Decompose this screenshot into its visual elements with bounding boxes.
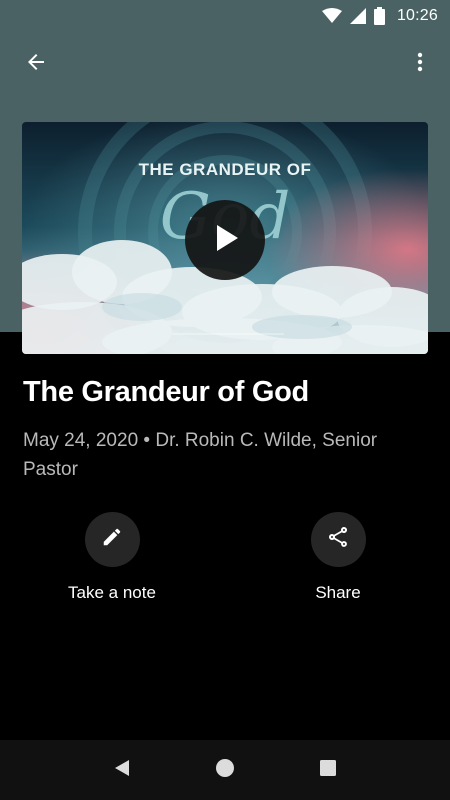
- share-circle: [310, 512, 366, 567]
- sermon-title: The Grandeur of God: [23, 376, 309, 408]
- battery-icon: [373, 7, 385, 25]
- take-note-circle: [84, 512, 140, 567]
- nav-home-button[interactable]: [205, 750, 245, 790]
- status-time: 10:26: [396, 7, 438, 24]
- nav-recents-icon: [318, 758, 338, 783]
- toolbar: [0, 32, 450, 96]
- take-note-button[interactable]: Take a note: [32, 512, 192, 603]
- wifi-icon: [321, 8, 342, 24]
- sermon-meta: May 24, 2020 • Dr. Robin C. Wilde, Senio…: [23, 430, 378, 480]
- system-nav-bar: [0, 740, 450, 800]
- back-button[interactable]: [20, 48, 52, 80]
- share-button[interactable]: Share: [258, 512, 418, 603]
- play-button[interactable]: [185, 200, 265, 280]
- artwork-title: THE GRANDEUR OF: [138, 160, 312, 179]
- pencil-icon: [101, 526, 123, 553]
- sermon-artwork[interactable]: THE GRANDEUR OF God: [22, 122, 428, 354]
- nav-back-button[interactable]: [102, 750, 142, 790]
- share-icon: [326, 525, 350, 554]
- nav-back-icon: [112, 758, 132, 783]
- play-icon: [208, 221, 242, 260]
- more-options-button[interactable]: [404, 48, 436, 80]
- nav-recents-button[interactable]: [308, 750, 348, 790]
- take-note-label: Take a note: [68, 583, 156, 602]
- share-label: Share: [315, 583, 361, 602]
- arrow-back-icon: [24, 50, 48, 79]
- status-bar: 10:26: [0, 0, 450, 32]
- nav-home-icon: [215, 758, 235, 783]
- more-vert-icon: [408, 50, 432, 79]
- cell-signal-icon: [349, 8, 366, 24]
